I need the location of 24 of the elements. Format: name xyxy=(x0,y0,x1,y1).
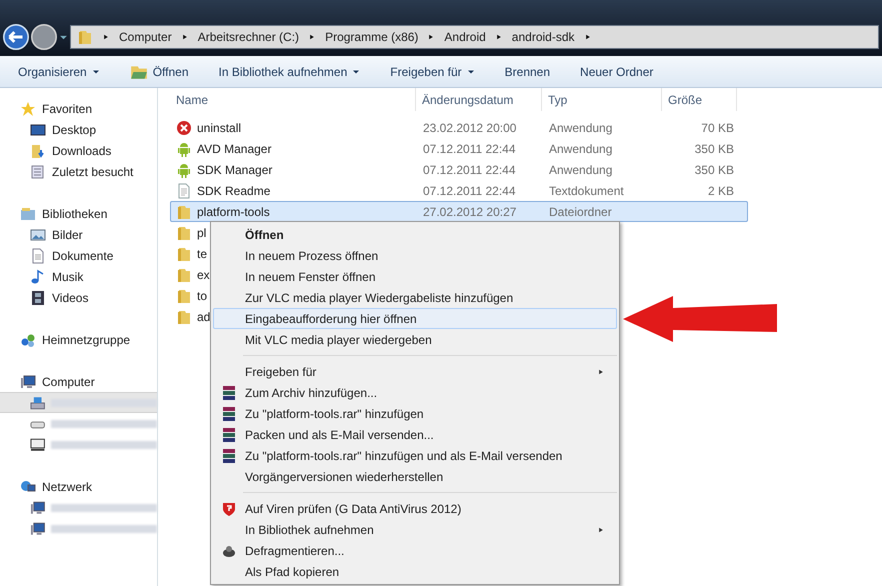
file-name: SDK Manager xyxy=(197,162,272,178)
file-type: Dateiordner xyxy=(549,204,613,220)
file-name: platform-tools xyxy=(197,204,270,220)
file-date: 27.02.2012 20:27 xyxy=(423,204,518,220)
file-size: 2 KB xyxy=(706,182,734,200)
file-name: ad xyxy=(197,308,210,326)
file-type: Anwendung xyxy=(549,140,614,158)
file-date: 07.12.2011 22:44 xyxy=(423,140,517,158)
file-name: te xyxy=(197,246,208,262)
file-type: Textdokument xyxy=(549,182,625,200)
file-name: AVD Manager xyxy=(197,140,272,158)
file-size: 70 KB xyxy=(700,120,734,136)
file-type: Anwendung xyxy=(549,162,614,178)
file-name: pl xyxy=(197,224,206,242)
file-date: 07.12.2011 22:44 xyxy=(423,162,517,178)
file-type: Anwendung xyxy=(549,120,614,136)
file-date: 23.02.2012 20:00 xyxy=(423,120,518,136)
file-name: SDK Readme xyxy=(197,182,270,200)
file-name: uninstall xyxy=(197,120,242,136)
file-name: ex xyxy=(197,266,210,284)
file-name: to xyxy=(197,288,208,304)
file-size: 350 KB xyxy=(694,162,734,178)
file-size: 350 KB xyxy=(694,140,734,158)
file-date: 07.12.2011 22:44 xyxy=(423,182,517,200)
